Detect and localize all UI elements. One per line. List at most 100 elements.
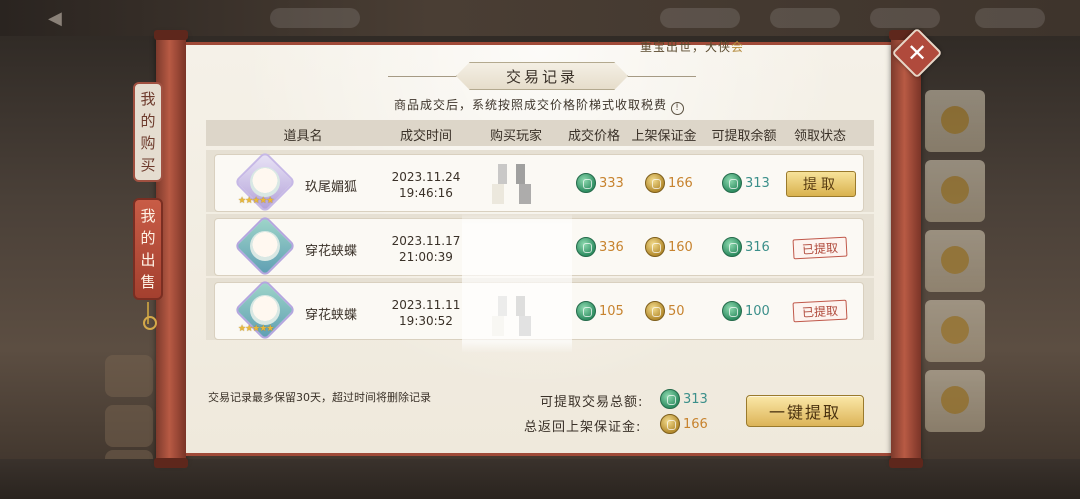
- buyer-privacy-blur: [462, 213, 572, 353]
- trade-time: 2023.11.17 21:00:39: [390, 233, 462, 265]
- price-value: 333: [599, 175, 624, 191]
- balance-value: 316: [745, 239, 770, 255]
- trade-time: 2023.11.24 19:46:16: [390, 169, 462, 201]
- deposit-cell: 50: [645, 301, 685, 321]
- background-card: [925, 160, 985, 222]
- marquee-tail: 会: [731, 40, 745, 54]
- price-value: 336: [599, 239, 624, 255]
- item-name: 玖尾媚狐: [305, 180, 358, 195]
- header-item-name: 道具名: [283, 129, 323, 144]
- tab-char: 的: [140, 229, 156, 247]
- tab-char: 售: [140, 273, 156, 291]
- back-arrow-icon: ◀: [48, 8, 62, 29]
- trade-time: 2023.11.11 19:30:52: [390, 297, 462, 329]
- trade-date: 2023.11.11: [391, 298, 461, 312]
- trade-date: 2023.11.17: [391, 234, 461, 248]
- tassel-ornament: [143, 302, 157, 344]
- announcement-marquee: 重宝出世，大侠会: [640, 38, 744, 55]
- tab-char: 出: [140, 251, 156, 269]
- marquee-text: 重宝出世，大侠: [640, 40, 732, 54]
- header-deposit: 上架保证金: [631, 129, 697, 144]
- background-pill: [870, 8, 940, 28]
- close-icon: ✕: [906, 39, 928, 67]
- background-card: [925, 300, 985, 362]
- tax-notice-text: 商品成交后，系统按照成交价格阶梯式收取税费: [394, 98, 668, 112]
- jade-coin-icon: [576, 173, 596, 193]
- jade-coin-icon: [660, 389, 680, 409]
- total-deposit-label: 总返回上架保证金:: [524, 420, 642, 435]
- total-deposit-value: 166: [683, 416, 708, 432]
- jade-coin-icon: [722, 173, 742, 193]
- claimed-stamp: 已提取: [792, 236, 848, 260]
- balance-cell: 316: [722, 237, 770, 257]
- header-price: 成交价格: [567, 129, 621, 144]
- trade-date: 2023.11.24: [391, 170, 461, 184]
- background-card: [925, 370, 985, 432]
- scroll-rod-right: [889, 30, 923, 468]
- jade-coin-icon: [576, 237, 596, 257]
- info-icon[interactable]: !: [671, 101, 685, 115]
- price-cell: 333: [576, 173, 624, 193]
- tab-char: 我: [140, 90, 156, 108]
- header-buyer: 购买玩家: [489, 129, 543, 144]
- retention-note: 交易记录最多保留30天，超过时间将删除记录: [208, 391, 431, 404]
- deposit-cell: 166: [645, 173, 693, 193]
- item-portrait: [250, 295, 280, 325]
- price-cell: 105: [576, 301, 624, 321]
- balance-value: 313: [745, 175, 770, 191]
- balance-value: 100: [745, 303, 770, 319]
- item-name: 穿花蛱蝶: [305, 244, 358, 259]
- background-pill: [270, 8, 360, 28]
- tab-char: 的: [140, 112, 156, 130]
- price-cell: 336: [576, 237, 624, 257]
- tab-char: 买: [140, 156, 156, 174]
- tab-my-purchases[interactable]: 我 的 购 买: [133, 82, 163, 182]
- background-pill: [660, 8, 740, 28]
- gold-coin-icon: [660, 414, 680, 434]
- title-divider-right: [628, 76, 696, 77]
- jade-coin-icon: [722, 237, 742, 257]
- jade-coin-icon: [576, 301, 596, 321]
- background-pill: [975, 8, 1045, 28]
- trade-clock: 21:00:39: [399, 250, 453, 264]
- tab-my-sales[interactable]: 我 的 出 售: [133, 198, 163, 300]
- total-withdrawable-label: 可提取交易总额:: [540, 395, 644, 410]
- background-pill: [770, 8, 840, 28]
- gold-coin-icon: [645, 237, 665, 257]
- tab-char: 购: [140, 134, 156, 152]
- total-withdrawable: 313: [660, 389, 708, 409]
- gold-coin-icon: [645, 173, 665, 193]
- buyer-name-mosaic: [486, 164, 546, 204]
- item-name: 穿花蛱蝶: [305, 308, 358, 323]
- star-rating: ★★★★★: [238, 324, 274, 334]
- item-portrait: [250, 231, 280, 261]
- background-icon: [105, 405, 153, 447]
- background-card: [925, 230, 985, 292]
- balance-cell: 100: [722, 301, 770, 321]
- price-value: 105: [599, 303, 624, 319]
- claim-all-button[interactable]: 一键提取: [746, 395, 864, 427]
- balance-cell: 313: [722, 173, 770, 193]
- claim-button[interactable]: 提取: [786, 171, 856, 197]
- deposit-value: 160: [668, 239, 693, 255]
- deposit-value: 166: [668, 175, 693, 191]
- deposit-cell: 160: [645, 237, 693, 257]
- background-icon: [105, 355, 153, 397]
- star-rating: ★★★★★: [238, 196, 274, 206]
- gold-coin-icon: [645, 301, 665, 321]
- tax-notice: 商品成交后，系统按照成交价格阶梯式收取税费!: [394, 96, 685, 115]
- header-status: 领取状态: [793, 129, 847, 144]
- total-deposit: 166: [660, 414, 708, 434]
- claimed-stamp: 已提取: [792, 299, 848, 323]
- header-trade-time: 成交时间: [399, 129, 453, 144]
- trade-clock: 19:30:52: [399, 314, 453, 328]
- jade-coin-icon: [722, 301, 742, 321]
- header-balance: 可提取余额: [711, 129, 777, 144]
- panel-title: 交易记录: [456, 62, 628, 90]
- tab-char: 我: [140, 207, 156, 225]
- deposit-value: 50: [668, 303, 685, 319]
- title-divider-left: [388, 76, 456, 77]
- trade-clock: 19:46:16: [399, 186, 453, 200]
- total-withdrawable-value: 313: [683, 391, 708, 407]
- background-card: [925, 90, 985, 152]
